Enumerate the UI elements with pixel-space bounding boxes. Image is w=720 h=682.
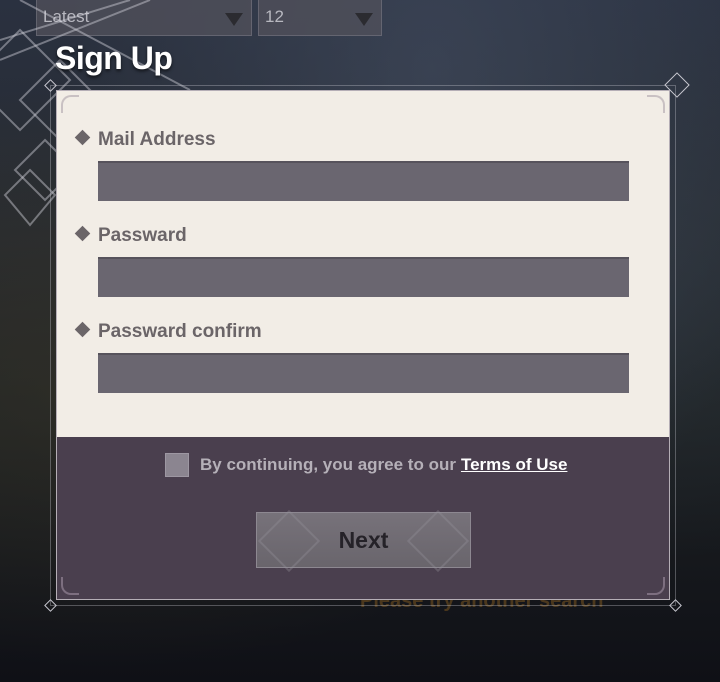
diamond-bullet-icon	[74, 129, 91, 146]
corner-ornament-icon	[647, 577, 665, 595]
caret-down-icon	[225, 13, 243, 26]
diamond-bullet-icon	[74, 321, 91, 338]
agree-checkbox[interactable]	[165, 453, 189, 477]
corner-ornament-icon	[647, 95, 665, 113]
terms-agreement: By continuing, you agree to our Terms of…	[165, 453, 567, 477]
password-label-text: Passward	[98, 225, 187, 246]
corner-ornament-icon	[61, 577, 79, 595]
password-confirm-input[interactable]	[98, 353, 629, 393]
next-button-label: Next	[338, 526, 389, 553]
mail-address-label: Mail Address	[74, 129, 216, 151]
password-confirm-label-text: Passward confirm	[98, 321, 262, 342]
mail-address-input[interactable]	[98, 161, 629, 201]
mail-address-label-text: Mail Address	[98, 129, 216, 150]
corner-ornament-icon	[61, 95, 79, 113]
sign-up-dialog: Mail Address Passward Passward confirm B…	[56, 90, 670, 600]
count-dropdown-value: 12	[265, 7, 284, 26]
password-input[interactable]	[98, 257, 629, 297]
password-confirm-label: Passward confirm	[74, 321, 262, 343]
password-label: Passward	[74, 225, 187, 247]
terms-of-use-link[interactable]: Terms of Use	[461, 455, 567, 475]
diamond-bullet-icon	[74, 225, 91, 242]
next-button[interactable]: Next	[256, 512, 471, 568]
caret-down-icon	[355, 13, 373, 26]
page-title: Sign Up	[55, 40, 173, 76]
agree-text: By continuing, you agree to our	[200, 455, 456, 474]
count-dropdown[interactable]: 12	[258, 0, 382, 36]
form-panel: Mail Address Passward Passward confirm	[57, 91, 669, 437]
